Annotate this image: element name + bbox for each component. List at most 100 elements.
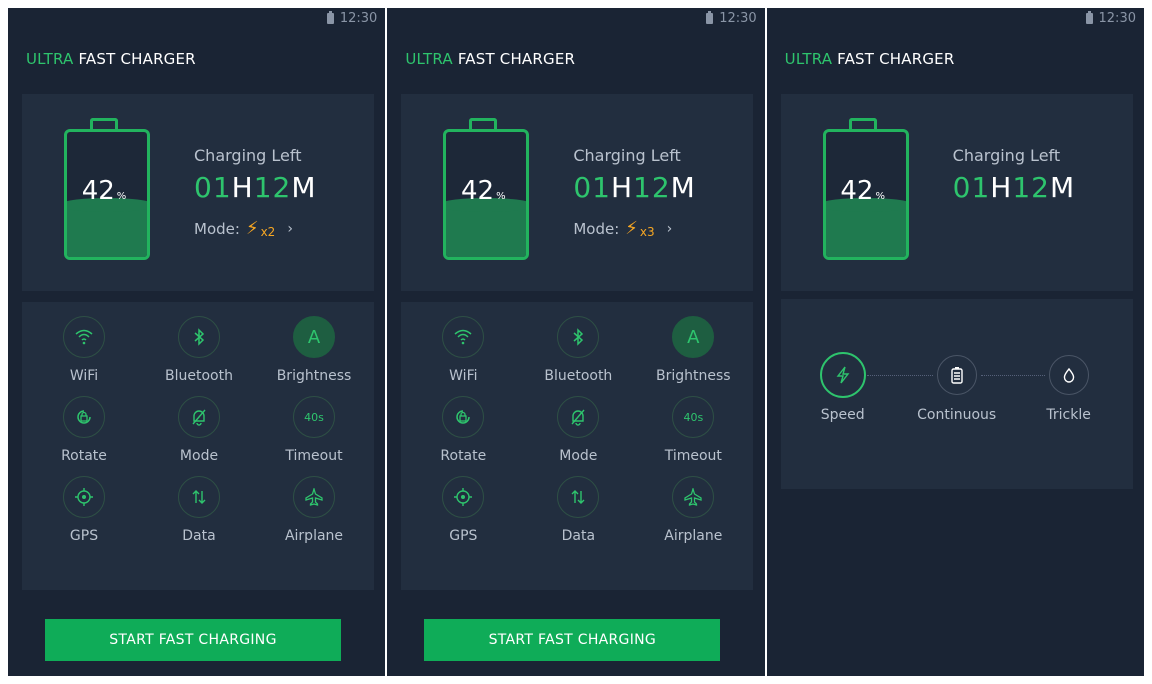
control-mode[interactable]: Mode <box>522 396 634 464</box>
status-time: 12:30 <box>1098 10 1136 26</box>
gps-icon <box>442 476 485 518</box>
timeout-icon: 40s <box>672 396 715 438</box>
step-speed[interactable]: Speed <box>793 352 893 423</box>
app-title-rest: FAST CHARGER <box>78 50 196 68</box>
screen-3: 12:30 ULTRA FAST CHARGER 42% Charging Le… <box>766 8 1144 676</box>
mode-selector[interactable]: Mode: ⚡ x2 › <box>194 218 317 239</box>
control-bluetooth[interactable]: Bluetooth <box>522 316 634 384</box>
app-title-accent: ULTRA <box>405 50 453 68</box>
control-gps[interactable]: GPS <box>407 476 519 544</box>
charging-hours: 01 <box>573 171 611 204</box>
control-gps[interactable]: GPS <box>28 476 140 544</box>
control-label: GPS <box>449 528 478 544</box>
controls-grid: WiFi Bluetooth A Brightness Rotate Mode … <box>22 316 380 544</box>
battery-percent: 42% <box>823 176 903 206</box>
control-label: WiFi <box>69 368 99 384</box>
screen-2: 12:30 ULTRA FAST CHARGER 42% Charging Le… <box>387 8 765 676</box>
mode-multiplier: x2 <box>260 224 276 239</box>
mode-label: Mode: <box>194 219 240 238</box>
control-label: Timeout <box>664 448 722 464</box>
battery-percent-unit: % <box>875 191 885 202</box>
control-data[interactable]: Data <box>143 476 255 544</box>
wifi-icon <box>442 316 485 358</box>
bell-off-icon <box>557 396 600 438</box>
charging-hours: 01 <box>194 171 232 204</box>
control-label: Rotate <box>440 448 487 464</box>
app-title-accent: ULTRA <box>26 50 74 68</box>
control-data[interactable]: Data <box>522 476 634 544</box>
control-label: WiFi <box>449 368 478 384</box>
status-bar: 12:30 <box>326 8 385 28</box>
control-label: Mode <box>559 448 598 464</box>
control-label: Airplane <box>284 528 344 544</box>
control-brightness[interactable]: A Brightness <box>637 316 749 384</box>
lightning-icon: ⚡ <box>625 218 638 239</box>
droplet-icon <box>1048 355 1089 395</box>
battery-status-icon <box>326 10 334 24</box>
chevron-right-icon: › <box>666 220 673 237</box>
control-bluetooth[interactable]: Bluetooth <box>143 316 255 384</box>
battery-percent-unit: % <box>496 191 506 202</box>
control-brightness[interactable]: A Brightness <box>258 316 370 384</box>
rotate-icon <box>63 396 105 438</box>
charging-left-label: Charging Left <box>194 146 302 165</box>
control-rotate[interactable]: Rotate <box>407 396 519 464</box>
battery-gauge: 42% <box>443 118 530 260</box>
app-title-accent: ULTRA <box>784 50 833 68</box>
app-title-rest: FAST CHARGER <box>837 50 955 68</box>
control-label: Brightness <box>276 368 352 384</box>
charging-minutes-unit: M <box>670 171 696 204</box>
lightning-icon <box>819 352 866 398</box>
app-title-rest: FAST CHARGER <box>457 50 576 68</box>
wifi-icon <box>63 316 105 358</box>
battery-status-icon <box>1085 10 1093 24</box>
controls-grid: WiFi Bluetooth A Brightness Rotate Mode … <box>401 316 759 544</box>
brightness-icon: A <box>672 316 715 358</box>
control-timeout[interactable]: 40s Timeout <box>258 396 370 464</box>
charging-time: 01H12M <box>573 171 696 204</box>
battery-fill <box>446 197 527 257</box>
charging-minutes: 12 <box>633 171 671 204</box>
charge-panel: 42% Charging Left 01H12M Mode: ⚡ x2 › <box>22 94 374 291</box>
charging-time: 01H12M <box>194 171 317 204</box>
timeout-icon: 40s <box>293 396 335 438</box>
charging-minutes: 12 <box>253 171 292 204</box>
status-bar: 12:30 <box>1085 8 1144 28</box>
battery-percent-value: 42 <box>840 176 874 206</box>
control-wifi[interactable]: WiFi <box>407 316 519 384</box>
control-label: Airplane <box>664 528 723 544</box>
control-rotate[interactable]: Rotate <box>28 396 140 464</box>
charging-hours-unit: H <box>610 171 634 204</box>
lightning-icon: ⚡ <box>245 218 259 239</box>
step-continuous[interactable]: Continuous <box>907 355 1007 423</box>
control-label: Bluetooth <box>165 368 233 384</box>
control-mode[interactable]: Mode <box>143 396 255 464</box>
battery-status-icon <box>706 10 714 24</box>
data-icon <box>557 476 600 518</box>
charging-hours-unit: H <box>231 171 254 204</box>
mode-selector[interactable]: Mode: ⚡ x3 › <box>573 218 696 239</box>
charge-panel: 42% Charging Left 01H12M Mode: ⚡ x3 › <box>401 94 754 291</box>
brightness-icon: A <box>293 316 335 358</box>
step-label: Trickle <box>1046 407 1091 423</box>
control-label: Brightness <box>656 368 731 384</box>
start-fast-charging-button[interactable]: START FAST CHARGING <box>424 619 721 661</box>
battery-percent-value: 42 <box>81 176 115 206</box>
controls-panel: WiFi Bluetooth A Brightness Rotate Mode … <box>22 302 374 590</box>
step-label: Speed <box>820 407 865 423</box>
control-timeout[interactable]: 40s Timeout <box>637 396 749 464</box>
charge-info: Charging Left 01H12M Mode: ⚡ x2 › <box>194 146 317 239</box>
chevron-right-icon: › <box>287 220 293 237</box>
battery-gauge: 42% <box>822 118 909 260</box>
control-airplane[interactable]: Airplane <box>637 476 749 544</box>
step-trickle[interactable]: Trickle <box>1019 355 1119 423</box>
start-fast-charging-button[interactable]: START FAST CHARGING <box>45 619 341 661</box>
bluetooth-icon <box>557 316 600 358</box>
charging-hours: 01 <box>952 171 991 204</box>
control-wifi[interactable]: WiFi <box>28 316 140 384</box>
rotate-icon <box>442 396 485 438</box>
app-title: ULTRA FAST CHARGER <box>26 50 196 68</box>
control-airplane[interactable]: Airplane <box>258 476 370 544</box>
charging-minutes-unit: M <box>291 171 317 204</box>
battery-percent-value: 42 <box>461 176 495 206</box>
